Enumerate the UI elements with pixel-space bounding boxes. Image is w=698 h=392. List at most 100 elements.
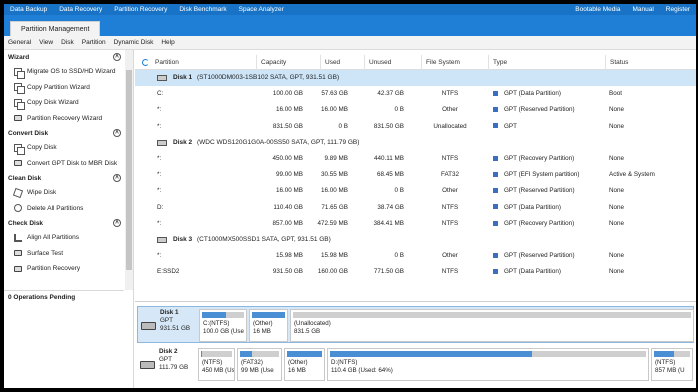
- disk-map: Disk 1 GPT 931.51 GB C:(NTFS) 100.0 GB (Use(…: [135, 301, 696, 388]
- refresh-icon[interactable]: [142, 59, 149, 66]
- scrollbar-thumb[interactable]: [126, 70, 132, 270]
- diskmap-disk-info[interactable]: Disk 1 GPT 931.51 GB: [140, 309, 198, 342]
- diskmap-disk-name: Disk 2: [159, 348, 178, 355]
- topnav-link[interactable]: Manual: [626, 6, 659, 13]
- sidebar-action[interactable]: Migrate OS to SSD/HD Wizard: [4, 64, 124, 80]
- tab-partition-management[interactable]: Partition Management: [10, 21, 101, 36]
- topnav-item[interactable]: Data Recovery: [53, 6, 108, 13]
- collapse-icon[interactable]: ˄: [113, 129, 121, 137]
- sidebar-action[interactable]: Convert GPT Disk to MBR Disk: [4, 156, 124, 172]
- collapse-icon[interactable]: ˄: [113, 53, 121, 61]
- sidebar-section-title[interactable]: Convert Disk ˄: [4, 126, 124, 140]
- partition-row[interactable]: *: 99.00 MB 30.55 MB 68.45 MB FAT32 GPT (EFI …: [135, 167, 696, 183]
- sidebar-action[interactable]: Partition Recovery: [4, 261, 124, 277]
- partition-area: Partition Capacity Used Unused File Syst…: [135, 50, 696, 388]
- diskmap-disk-info[interactable]: Disk 2 GPT 111.79 GB: [139, 348, 197, 381]
- type-label: GPT (Reserved Partition): [504, 252, 575, 260]
- partition-row[interactable]: *: 15.98 MB 15.98 MB 0 B Other GPT (Reserved …: [135, 248, 696, 264]
- topnav-link[interactable]: Bootable Media: [569, 6, 626, 13]
- partition-name-cell: *:: [157, 252, 162, 260]
- topnav-item[interactable]: Disk Benchmark: [173, 6, 232, 13]
- partition-row[interactable]: *: 16.00 MB 16.00 MB 0 B Other GPT (Reserved …: [135, 183, 696, 199]
- menu-item[interactable]: View: [35, 39, 57, 46]
- app-window: Data Backup Data Recovery Partition Recove…: [4, 4, 696, 388]
- sidebar-section-title[interactable]: Check Disk ˄: [4, 216, 124, 230]
- partition-row[interactable]: *: 16.00 MB 16.00 MB 0 B Other GPT (Reserved …: [135, 102, 696, 118]
- col-file-system[interactable]: File System: [421, 55, 460, 70]
- partition-type-icon: [493, 107, 498, 113]
- collapse-icon[interactable]: ˄: [113, 174, 121, 182]
- disk-row[interactable]: Disk 2 (WDC WDS120G1G0A-00SS50 SATA, GPT,…: [135, 135, 696, 151]
- partition-size: 857 MB (U: [655, 367, 685, 374]
- col-partition[interactable]: Partition: [151, 55, 179, 70]
- diskmap-partition[interactable]: D:(NTFS) 110.4 GB (Used: 64%): [327, 348, 649, 381]
- diskmap-row[interactable]: Disk 1 GPT 931.51 GB C:(NTFS) 100.0 GB (Use(…: [137, 306, 694, 343]
- col-capacity[interactable]: Capacity: [256, 55, 286, 70]
- topnav-item[interactable]: Space Analyzer: [233, 6, 290, 13]
- section-title-label: Check Disk: [8, 219, 44, 227]
- section-title-label: Clean Disk: [8, 174, 42, 182]
- sidebar-action-label: Partition Recovery: [27, 265, 81, 273]
- partition-row[interactable]: E:SSD2 931.50 GB 160.00 GB 771.50 GB NTFS GPT…: [135, 264, 696, 280]
- usage-bar: [202, 312, 244, 318]
- col-type[interactable]: Type: [488, 55, 507, 70]
- type-label: GPT (Recovery Partition): [504, 154, 575, 162]
- used-cell: 0 B: [338, 122, 348, 130]
- disk-label: Disk 1: [173, 74, 193, 81]
- partition-type-icon: [493, 252, 498, 258]
- menu-item[interactable]: Help: [157, 39, 178, 46]
- action-panel-scrollbar[interactable]: [125, 50, 133, 290]
- sidebar-action[interactable]: Copy Disk: [4, 140, 124, 156]
- sidebar-action[interactable]: Copy Partition Wizard: [4, 80, 124, 96]
- type-cell: GPT (Reserved Partition): [493, 102, 575, 118]
- sidebar-section-title[interactable]: Wizard ˄: [4, 50, 124, 64]
- action-icon: [14, 115, 22, 122]
- partition-row[interactable]: D: 110.40 GB 71.65 GB 38.74 GB NTFS GPT (Data…: [135, 200, 696, 216]
- diskmap-row[interactable]: Disk 2 GPT 111.79 GB (NTFS) 450 MB (Us (FAT32…: [137, 346, 694, 383]
- diskmap-partition[interactable]: (Other) 16 MB: [284, 348, 325, 381]
- unused-cell: 440.11 MB: [374, 154, 404, 162]
- partition-row[interactable]: *: 450.00 MB 9.89 MB 440.11 MB NTFS GPT (Reco…: [135, 151, 696, 167]
- table-header: Partition Capacity Used Unused File Syst…: [135, 55, 696, 70]
- sidebar-action[interactable]: Wipe Disk: [4, 185, 124, 201]
- menu-item[interactable]: Dynamic Disk: [110, 39, 158, 46]
- sidebar-action[interactable]: Surface Test: [4, 246, 124, 262]
- used-cell: 9.89 MB: [324, 154, 348, 162]
- menu-item[interactable]: Partition: [78, 39, 110, 46]
- sidebar-action[interactable]: Align All Partitions: [4, 230, 124, 246]
- sidebar-action[interactable]: Delete All Partitions: [4, 201, 124, 217]
- col-unused[interactable]: Unused: [364, 55, 391, 70]
- topnav-item[interactable]: Data Backup: [4, 6, 53, 13]
- diskmap-partition[interactable]: (FAT32) 99 MB (Use: [237, 348, 282, 381]
- usage-bar: [252, 312, 285, 318]
- diskmap-partition[interactable]: (Other) 16 MB: [249, 309, 288, 342]
- diskmap-partition[interactable]: (NTFS) 450 MB (Us: [198, 348, 235, 381]
- menu-item[interactable]: Disk: [57, 39, 78, 46]
- disk-row[interactable]: Disk 1 (ST1000DM003-1SB102 SATA, GPT, 931…: [135, 70, 696, 87]
- file-system-cell: FAT32: [440, 171, 460, 179]
- partition-row[interactable]: C: 100.00 GB 57.63 GB 42.37 GB NTFS GPT (Data…: [135, 86, 696, 102]
- sidebar-action[interactable]: Copy Disk Wizard: [4, 95, 124, 111]
- type-cell: GPT (Recovery Partition): [493, 216, 574, 232]
- sidebar-section-title[interactable]: Clean Disk ˄: [4, 171, 124, 185]
- sidebar-action[interactable]: Partition Recovery Wizard: [4, 111, 124, 127]
- partition-row[interactable]: *: 857.00 MB 472.59 MB 384.41 MB NTFS GPT (Re…: [135, 216, 696, 232]
- col-used[interactable]: Used: [320, 55, 340, 70]
- action-icon: [14, 250, 22, 257]
- menu-item[interactable]: General: [4, 39, 35, 46]
- diskmap-partition[interactable]: C:(NTFS) 100.0 GB (Use: [199, 309, 247, 342]
- used-cell: 16.00 MB: [321, 106, 348, 114]
- partition-size: 16 MB: [288, 367, 306, 374]
- diskmap-partition[interactable]: (Unallocated) 831.5 GB: [290, 309, 694, 342]
- topnav-link[interactable]: Register: [660, 6, 696, 13]
- partition-size: 16 MB: [253, 328, 271, 335]
- partition-name-cell: C:: [157, 90, 164, 98]
- col-status[interactable]: Status: [605, 55, 628, 70]
- partition-type-icon: [493, 123, 498, 129]
- collapse-icon[interactable]: ˄: [113, 219, 121, 227]
- diskmap-partition[interactable]: (NTFS) 857 MB (U: [651, 348, 693, 381]
- partition-row[interactable]: *: 831.50 GB 0 B 831.50 GB Unallocated GPT Non…: [135, 119, 696, 135]
- topnav-item[interactable]: Partition Recovery: [108, 6, 173, 13]
- type-cell: GPT (EFI System partition): [493, 167, 579, 183]
- disk-row[interactable]: Disk 3 (CT1000MX500SSD1 SATA, GPT, 931.51…: [135, 232, 696, 248]
